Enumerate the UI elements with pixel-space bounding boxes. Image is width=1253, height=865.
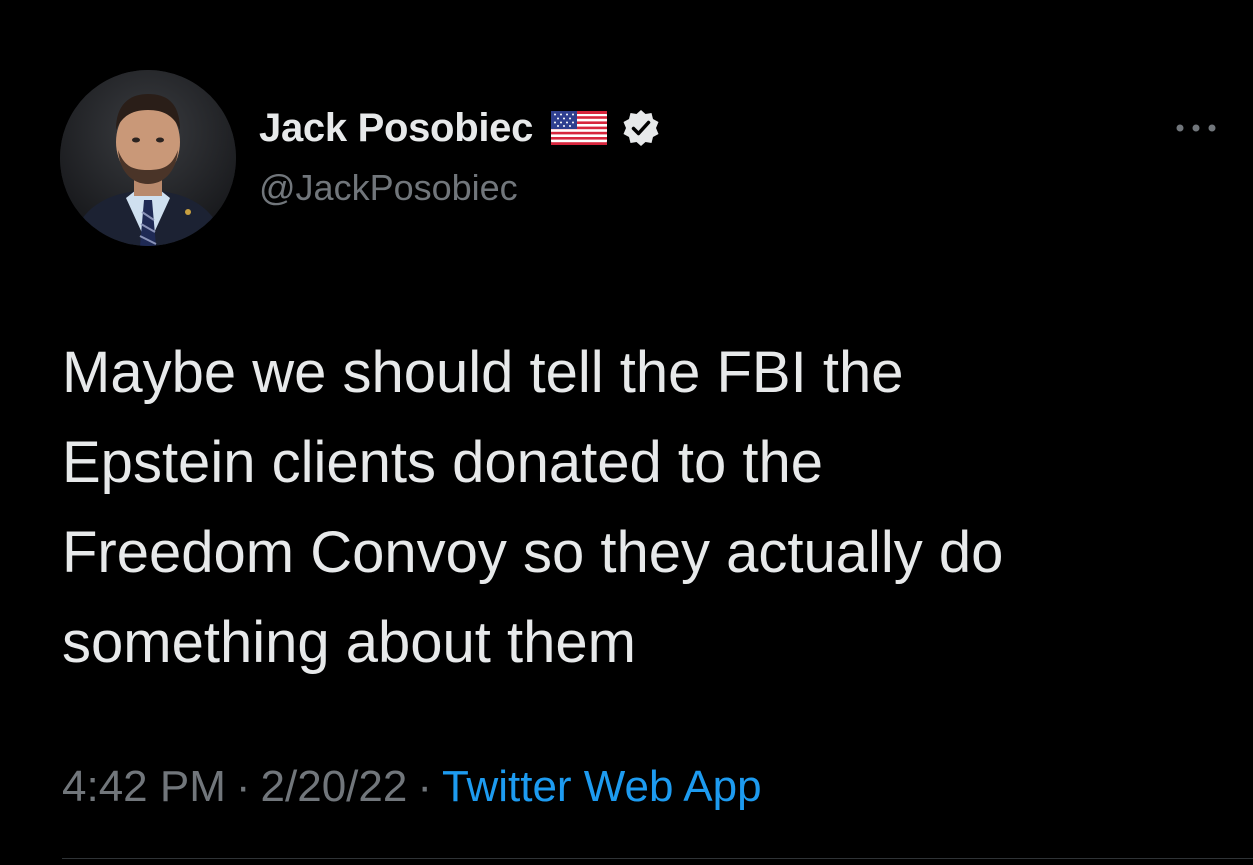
tweet-text-line: Epstein clients donated to the xyxy=(62,430,823,495)
author-row: Jack Posobiec xyxy=(259,102,661,154)
us-flag-icon xyxy=(551,111,608,145)
tweet-text-line: something about them xyxy=(62,610,636,675)
tweet-text: Maybe we should tell the FBI the Epstein… xyxy=(62,328,1212,688)
more-options-icon[interactable] xyxy=(1172,116,1220,140)
avatar[interactable] xyxy=(60,70,236,246)
tweet-text-line: Freedom Convoy so they actually do xyxy=(62,520,1004,585)
divider xyxy=(62,858,1253,859)
author-handle[interactable]: @JackPosobiec xyxy=(259,167,518,209)
tweet-text-line: Maybe we should tell the FBI the xyxy=(62,340,904,405)
tweet-date[interactable]: 2/20/22 xyxy=(261,762,408,811)
tweet-source-link[interactable]: Twitter Web App xyxy=(442,762,762,811)
meta-separator: · xyxy=(417,762,432,811)
meta-separator: · xyxy=(235,762,251,811)
verified-badge-icon xyxy=(621,108,661,148)
tweet-meta: 4:42 PM · 2/20/22 · Twitter Web App xyxy=(62,762,762,812)
tweet-time[interactable]: 4:42 PM xyxy=(62,762,226,811)
display-name[interactable]: Jack Posobiec xyxy=(259,106,533,151)
